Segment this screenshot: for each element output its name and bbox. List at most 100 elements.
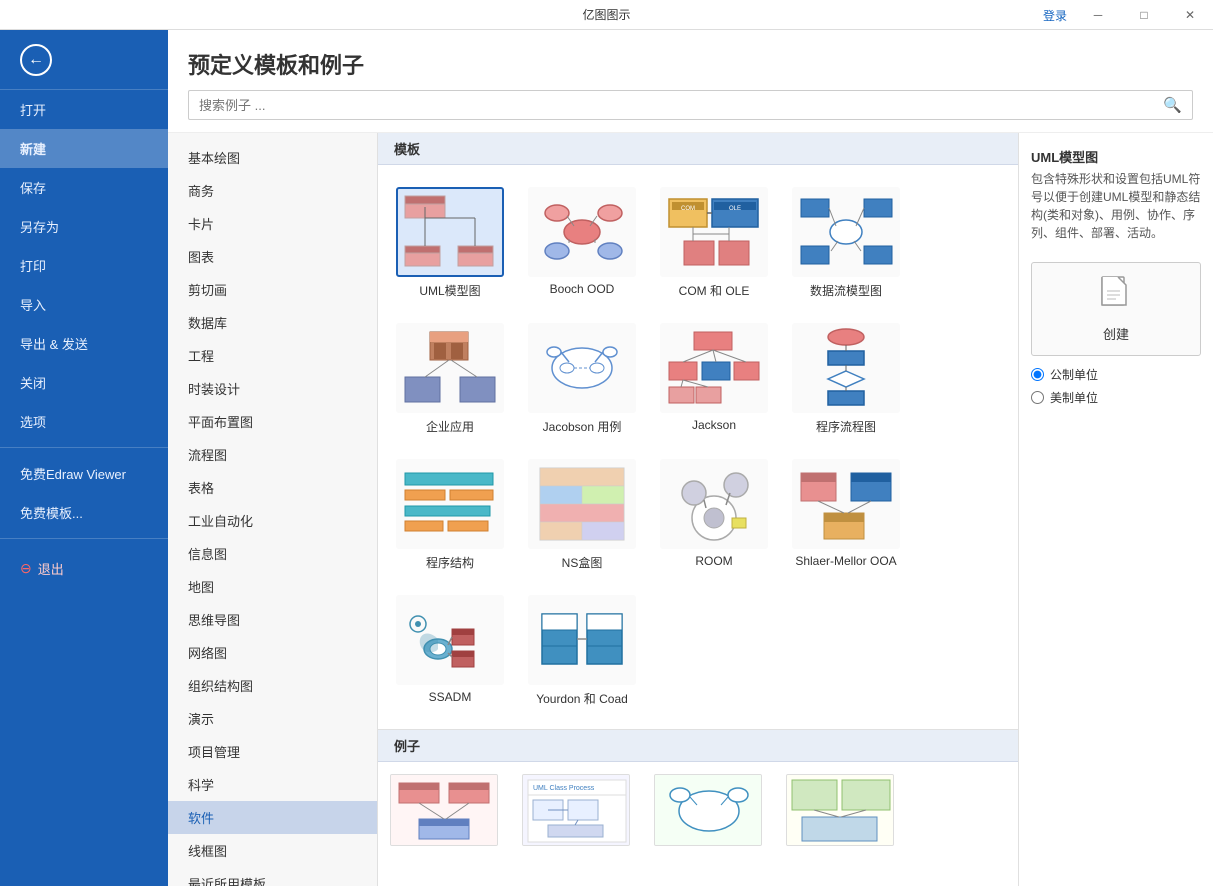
template-label-ns: NS盒图 (562, 554, 603, 571)
cat-item-wireframe[interactable]: 线框图 (168, 834, 377, 867)
template-jacobson[interactable]: Jacobson 用例 (522, 317, 642, 441)
search-icon[interactable]: 🔍 (1163, 96, 1182, 114)
cat-item-eng[interactable]: 工程 (168, 339, 377, 372)
cat-item-recent[interactable]: 最近所用模板 (168, 867, 377, 886)
page-header: 预定义模板和例子 🔍 (168, 30, 1213, 133)
sidebar-item-close[interactable]: 关闭 (0, 363, 168, 402)
template-label-ssadm: SSADM (429, 690, 472, 704)
template-thumb-jacobson (528, 323, 636, 413)
sidebar-item-free-viewer[interactable]: 免费Edraw Viewer (0, 454, 168, 493)
minimize-button[interactable]: ─ (1075, 0, 1121, 30)
radio-imperial[interactable]: 美制单位 (1031, 389, 1201, 406)
cat-item-db[interactable]: 数据库 (168, 306, 377, 339)
template-thumb-program-struct (396, 459, 504, 549)
template-thumb-ssadm (396, 595, 504, 685)
templates-area: 模板 (378, 133, 1018, 886)
template-yourdon[interactable]: Yourdon 和 Coad (522, 589, 642, 713)
example-3[interactable] (654, 774, 774, 846)
example-4[interactable] (786, 774, 906, 846)
template-label-uml: UML模型图 (419, 282, 480, 299)
cat-item-fashion[interactable]: 时装设计 (168, 372, 377, 405)
template-ns[interactable]: NS盒图 (522, 453, 642, 577)
sidebar-separator (0, 447, 168, 448)
cat-item-chart[interactable]: 图表 (168, 240, 377, 273)
example-thumb-4 (786, 774, 894, 846)
radio-metric[interactable]: 公制单位 (1031, 366, 1201, 383)
example-thumb-2: UML Class Process (522, 774, 630, 846)
maximize-button[interactable]: □ (1121, 0, 1167, 30)
back-circle-icon[interactable]: ← (20, 44, 52, 76)
sidebar-separator-2 (0, 538, 168, 539)
example-thumb-3 (654, 774, 762, 846)
template-enterprise[interactable]: 企业应用 (390, 317, 510, 441)
login-button[interactable]: 登录 (1035, 0, 1075, 30)
cat-item-flowchart[interactable]: 流程图 (168, 438, 377, 471)
cat-item-org[interactable]: 组织结构图 (168, 669, 377, 702)
template-jackson[interactable]: Jackson (654, 317, 774, 441)
cat-item-table[interactable]: 表格 (168, 471, 377, 504)
template-thumb-jackson (660, 323, 768, 413)
template-label-room: ROOM (695, 554, 732, 568)
cat-item-business[interactable]: 商务 (168, 174, 377, 207)
template-ssadm[interactable]: SSADM (390, 589, 510, 713)
template-booch[interactable]: Booch OOD (522, 181, 642, 305)
search-input[interactable] (199, 98, 1155, 113)
sidebar-item-import[interactable]: 导入 (0, 285, 168, 324)
cat-item-project[interactable]: 项目管理 (168, 735, 377, 768)
sidebar-item-free-template[interactable]: 免费模板... (0, 493, 168, 532)
sidebar-item-print[interactable]: 打印 (0, 246, 168, 285)
sidebar-item-open[interactable]: 打开 (0, 90, 168, 129)
template-thumb-ns (528, 459, 636, 549)
cat-item-card[interactable]: 卡片 (168, 207, 377, 240)
sidebar-item-save[interactable]: 保存 (0, 168, 168, 207)
sidebar-item-new[interactable]: 新建 (0, 129, 168, 168)
sidebar-item-options[interactable]: 选项 (0, 402, 168, 441)
template-program-flowchart[interactable]: 程序流程图 (786, 317, 906, 441)
template-thumb-room (660, 459, 768, 549)
sidebar-item-saveas[interactable]: 另存为 (0, 207, 168, 246)
content-area: 基本绘图 商务 卡片 图表 剪切画 数据库 工程 时装设计 平面布置图 流程图 … (168, 133, 1213, 886)
cat-item-info[interactable]: 信息图 (168, 537, 377, 570)
template-label-com-ole: COM 和 OLE (679, 282, 750, 299)
example-1[interactable] (390, 774, 510, 846)
back-button[interactable]: ← (0, 30, 168, 90)
category-sidebar: 基本绘图 商务 卡片 图表 剪切画 数据库 工程 时装设计 平面布置图 流程图 … (168, 133, 378, 886)
sidebar-item-export[interactable]: 导出 & 发送 (0, 324, 168, 363)
template-uml[interactable]: UML模型图 (390, 181, 510, 305)
cat-item-basic[interactable]: 基本绘图 (168, 141, 377, 174)
templates-grid: UML模型图 (378, 165, 1018, 729)
svg-text:COM: COM (681, 206, 695, 212)
template-label-shlaer: Shlaer-Mellor OOA (795, 554, 896, 568)
template-thumb-program-flowchart (792, 323, 900, 413)
template-thumb-uml (396, 187, 504, 277)
cat-item-map[interactable]: 地图 (168, 570, 377, 603)
sidebar-item-exit[interactable]: ⊖ 退出 (0, 549, 168, 588)
close-button[interactable]: ✕ (1167, 0, 1213, 30)
template-shlaer[interactable]: Shlaer-Mellor OOA (786, 453, 906, 577)
template-thumb-yourdon (528, 595, 636, 685)
template-com-ole[interactable]: COM OLE (654, 181, 774, 305)
template-label-jackson: Jackson (692, 418, 736, 432)
template-program-struct[interactable]: 程序结构 (390, 453, 510, 577)
cat-item-mindmap[interactable]: 思维导图 (168, 603, 377, 636)
page-title: 预定义模板和例子 (188, 48, 1193, 80)
template-thumb-com-ole: COM OLE (660, 187, 768, 277)
example-2[interactable]: UML Class Process (522, 774, 642, 846)
template-dataflow[interactable]: 数据流模型图 (786, 181, 906, 305)
create-file-icon (1100, 275, 1132, 320)
radio-imperial-input[interactable] (1031, 391, 1044, 404)
cat-item-software[interactable]: 软件 (168, 801, 377, 834)
template-thumb-enterprise (396, 323, 504, 413)
radio-metric-input[interactable] (1031, 368, 1044, 381)
template-room[interactable]: ROOM (654, 453, 774, 577)
cat-item-industrial[interactable]: 工业自动化 (168, 504, 377, 537)
cat-item-science[interactable]: 科学 (168, 768, 377, 801)
back-arrow-icon: ← (28, 51, 44, 69)
cat-item-present[interactable]: 演示 (168, 702, 377, 735)
cat-item-floorplan[interactable]: 平面布置图 (168, 405, 377, 438)
create-button[interactable]: 创建 (1031, 262, 1201, 356)
cat-item-network[interactable]: 网络图 (168, 636, 377, 669)
svg-text:OLE: OLE (729, 206, 741, 212)
cat-item-clip[interactable]: 剪切画 (168, 273, 377, 306)
examples-grid: UML Class Process (378, 762, 1018, 858)
